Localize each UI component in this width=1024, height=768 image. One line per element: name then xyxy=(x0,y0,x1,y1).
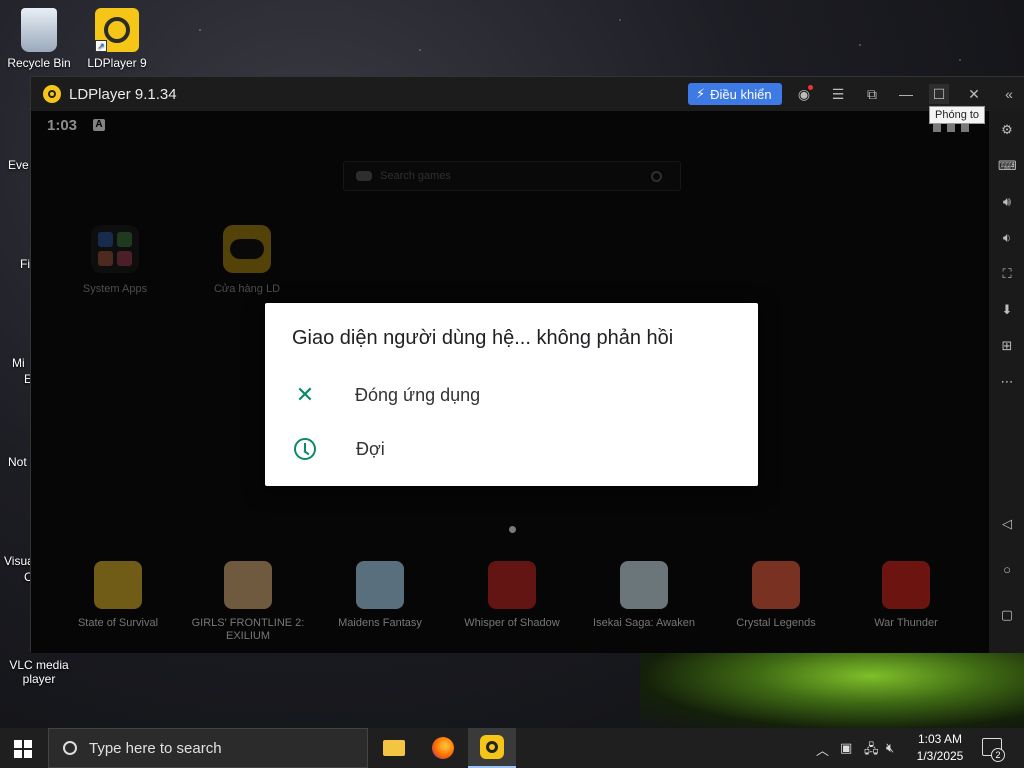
ldplayer-sidebar: ⚙ ⌨ 🔊︎ 🔉︎ ⛶ ⬇ ⊞ ⋯ ◁ ○ ▢ xyxy=(989,111,1024,653)
desktop-icon-partial-label[interactable]: Not xyxy=(8,455,27,469)
folder-icon xyxy=(383,740,405,756)
windows-start-icon[interactable] xyxy=(14,740,32,758)
window-title: LDPlayer 9.1.34 xyxy=(69,85,177,103)
game-label: GIRLS' FRONTLINE 2: EXILIUM xyxy=(191,617,305,642)
taskbar-date: 1/3/2025 xyxy=(916,749,964,763)
close-icon: ✕ xyxy=(295,382,315,407)
game-label: Maidens Fantasy xyxy=(338,617,422,629)
maximize-tooltip: Phóng to xyxy=(929,106,986,124)
taskbar-search-box[interactable]: Type here to search xyxy=(48,728,368,768)
title-bar[interactable]: LDPlayer 9.1.34 ⚡ Điều khiển ◉ ☰ ⧉ — ☐ ✕… xyxy=(31,77,1024,111)
back-nav-icon[interactable]: ◁ xyxy=(998,515,1016,533)
collapse-sidebar-icon[interactable]: « xyxy=(999,84,1019,104)
windows-taskbar: Type here to search ︿ ▣ 🖧︎ 🔇︎ 1:03 AM 1/… xyxy=(0,728,1024,768)
minimize-icon[interactable]: — xyxy=(896,84,916,104)
crystal-legends-icon xyxy=(752,561,800,609)
home-nav-icon[interactable]: ○ xyxy=(998,561,1016,579)
game-label: War Thunder xyxy=(874,617,938,629)
girls-frontline-icon xyxy=(224,561,272,609)
restore-window-icon[interactable]: ⧉ xyxy=(862,84,882,104)
search-icon xyxy=(63,741,77,755)
shortcut-arrow-icon: ↗ xyxy=(95,40,107,52)
app-not-responding-dialog: Giao diện người dùng hệ... không phản hồ… xyxy=(265,303,758,486)
wait-option[interactable]: Đợi xyxy=(265,426,758,472)
settings-icon[interactable]: ⚙ xyxy=(998,121,1016,139)
volume-down-icon[interactable]: 🔉︎ xyxy=(998,229,1016,247)
security-icon[interactable]: ▣ xyxy=(840,740,852,756)
option-label: Đợi xyxy=(356,438,385,459)
desktop-icon-partial-label[interactable]: Mi xyxy=(12,356,25,370)
file-explorer-button[interactable] xyxy=(370,728,418,768)
taskbar-time: 1:03 AM xyxy=(917,732,963,746)
desktop-icon-label: LDPlayer 9 xyxy=(87,56,147,70)
wallpaper-tent-glow xyxy=(640,640,1024,730)
page-indicator-dot xyxy=(509,526,516,533)
desktop-icon-ldplayer[interactable]: ↗ LDPlayer 9 xyxy=(80,8,154,70)
option-label: Đóng ứng dụng xyxy=(355,384,481,405)
ldplayer-icon: ↗ xyxy=(95,8,139,52)
volume-muted-icon[interactable]: 🔇︎ xyxy=(886,740,894,756)
maidens-fantasy-icon xyxy=(356,561,404,609)
firefox-button[interactable] xyxy=(419,728,467,768)
dialog-title: Giao diện người dùng hệ... không phản hồ… xyxy=(292,327,674,349)
network-icon[interactable]: 🖧︎ xyxy=(864,740,879,762)
volume-up-icon[interactable]: 🔊︎ xyxy=(998,193,1016,211)
recycle-bin-icon xyxy=(21,8,57,52)
desktop-icon-recycle-bin[interactable]: Recycle Bin xyxy=(2,8,76,70)
account-icon[interactable]: ◉ xyxy=(794,84,814,104)
recents-nav-icon[interactable]: ▢ xyxy=(998,606,1016,624)
whisper-of-shadow-icon xyxy=(488,561,536,609)
control-button-label: Điều khiển xyxy=(710,86,772,102)
keyboard-mapping-icon[interactable]: ⌨ xyxy=(998,157,1017,175)
clock-icon xyxy=(294,438,316,460)
taskbar-clock[interactable]: 1:03 AM 1/3/2025 xyxy=(910,731,970,765)
menu-icon[interactable]: ☰ xyxy=(828,84,848,104)
close-app-option[interactable]: ✕ Đóng ứng dụng xyxy=(265,372,758,418)
game-label: Isekai Saga: Awaken xyxy=(593,617,695,629)
game-item[interactable]: Maidens Fantasy xyxy=(319,561,441,630)
notification-count-badge: 2 xyxy=(991,748,1005,762)
game-item[interactable]: War Thunder xyxy=(845,561,967,630)
ldplayer-icon xyxy=(480,735,504,759)
desktop-icon-label: VLC media player xyxy=(9,658,69,686)
war-thunder-icon xyxy=(882,561,930,609)
close-window-icon[interactable]: ✕ xyxy=(964,84,984,104)
game-label: State of Survival xyxy=(77,617,159,629)
game-item[interactable]: Whisper of Shadow xyxy=(451,561,573,630)
lightning-icon: ⚡ xyxy=(696,86,706,101)
game-label: Crystal Legends xyxy=(736,617,816,629)
multi-instance-icon[interactable]: ⊞ xyxy=(998,337,1016,355)
state-of-survival-icon xyxy=(94,561,142,609)
game-item[interactable]: GIRLS' FRONTLINE 2: EXILIUM xyxy=(187,561,309,643)
game-item[interactable]: State of Survival xyxy=(57,561,179,630)
firefox-icon xyxy=(432,737,454,759)
ldplayer-logo-icon xyxy=(43,85,61,103)
maximize-icon[interactable]: ☐ xyxy=(929,84,949,104)
taskbar-search-placeholder: Type here to search xyxy=(89,739,222,757)
isekai-saga-icon xyxy=(620,561,668,609)
install-apk-icon[interactable]: ⬇ xyxy=(998,301,1016,319)
game-item[interactable]: Isekai Saga: Awaken xyxy=(583,561,705,630)
game-label: Whisper of Shadow xyxy=(464,617,560,629)
more-icon[interactable]: ⋯ xyxy=(998,373,1016,391)
ldplayer-taskbar-button[interactable] xyxy=(468,728,516,768)
screenshot-icon[interactable]: ⛶ xyxy=(998,265,1016,283)
desktop-icon-partial-label[interactable]: Fi xyxy=(20,257,30,271)
game-item[interactable]: Crystal Legends xyxy=(715,561,837,630)
control-button[interactable]: ⚡ Điều khiển xyxy=(688,83,782,105)
show-hidden-icons-icon[interactable]: ︿ xyxy=(816,740,829,759)
desktop-icon-label: Recycle Bin xyxy=(7,56,71,70)
desktop-icon-partial-label[interactable]: Eve xyxy=(8,158,29,172)
